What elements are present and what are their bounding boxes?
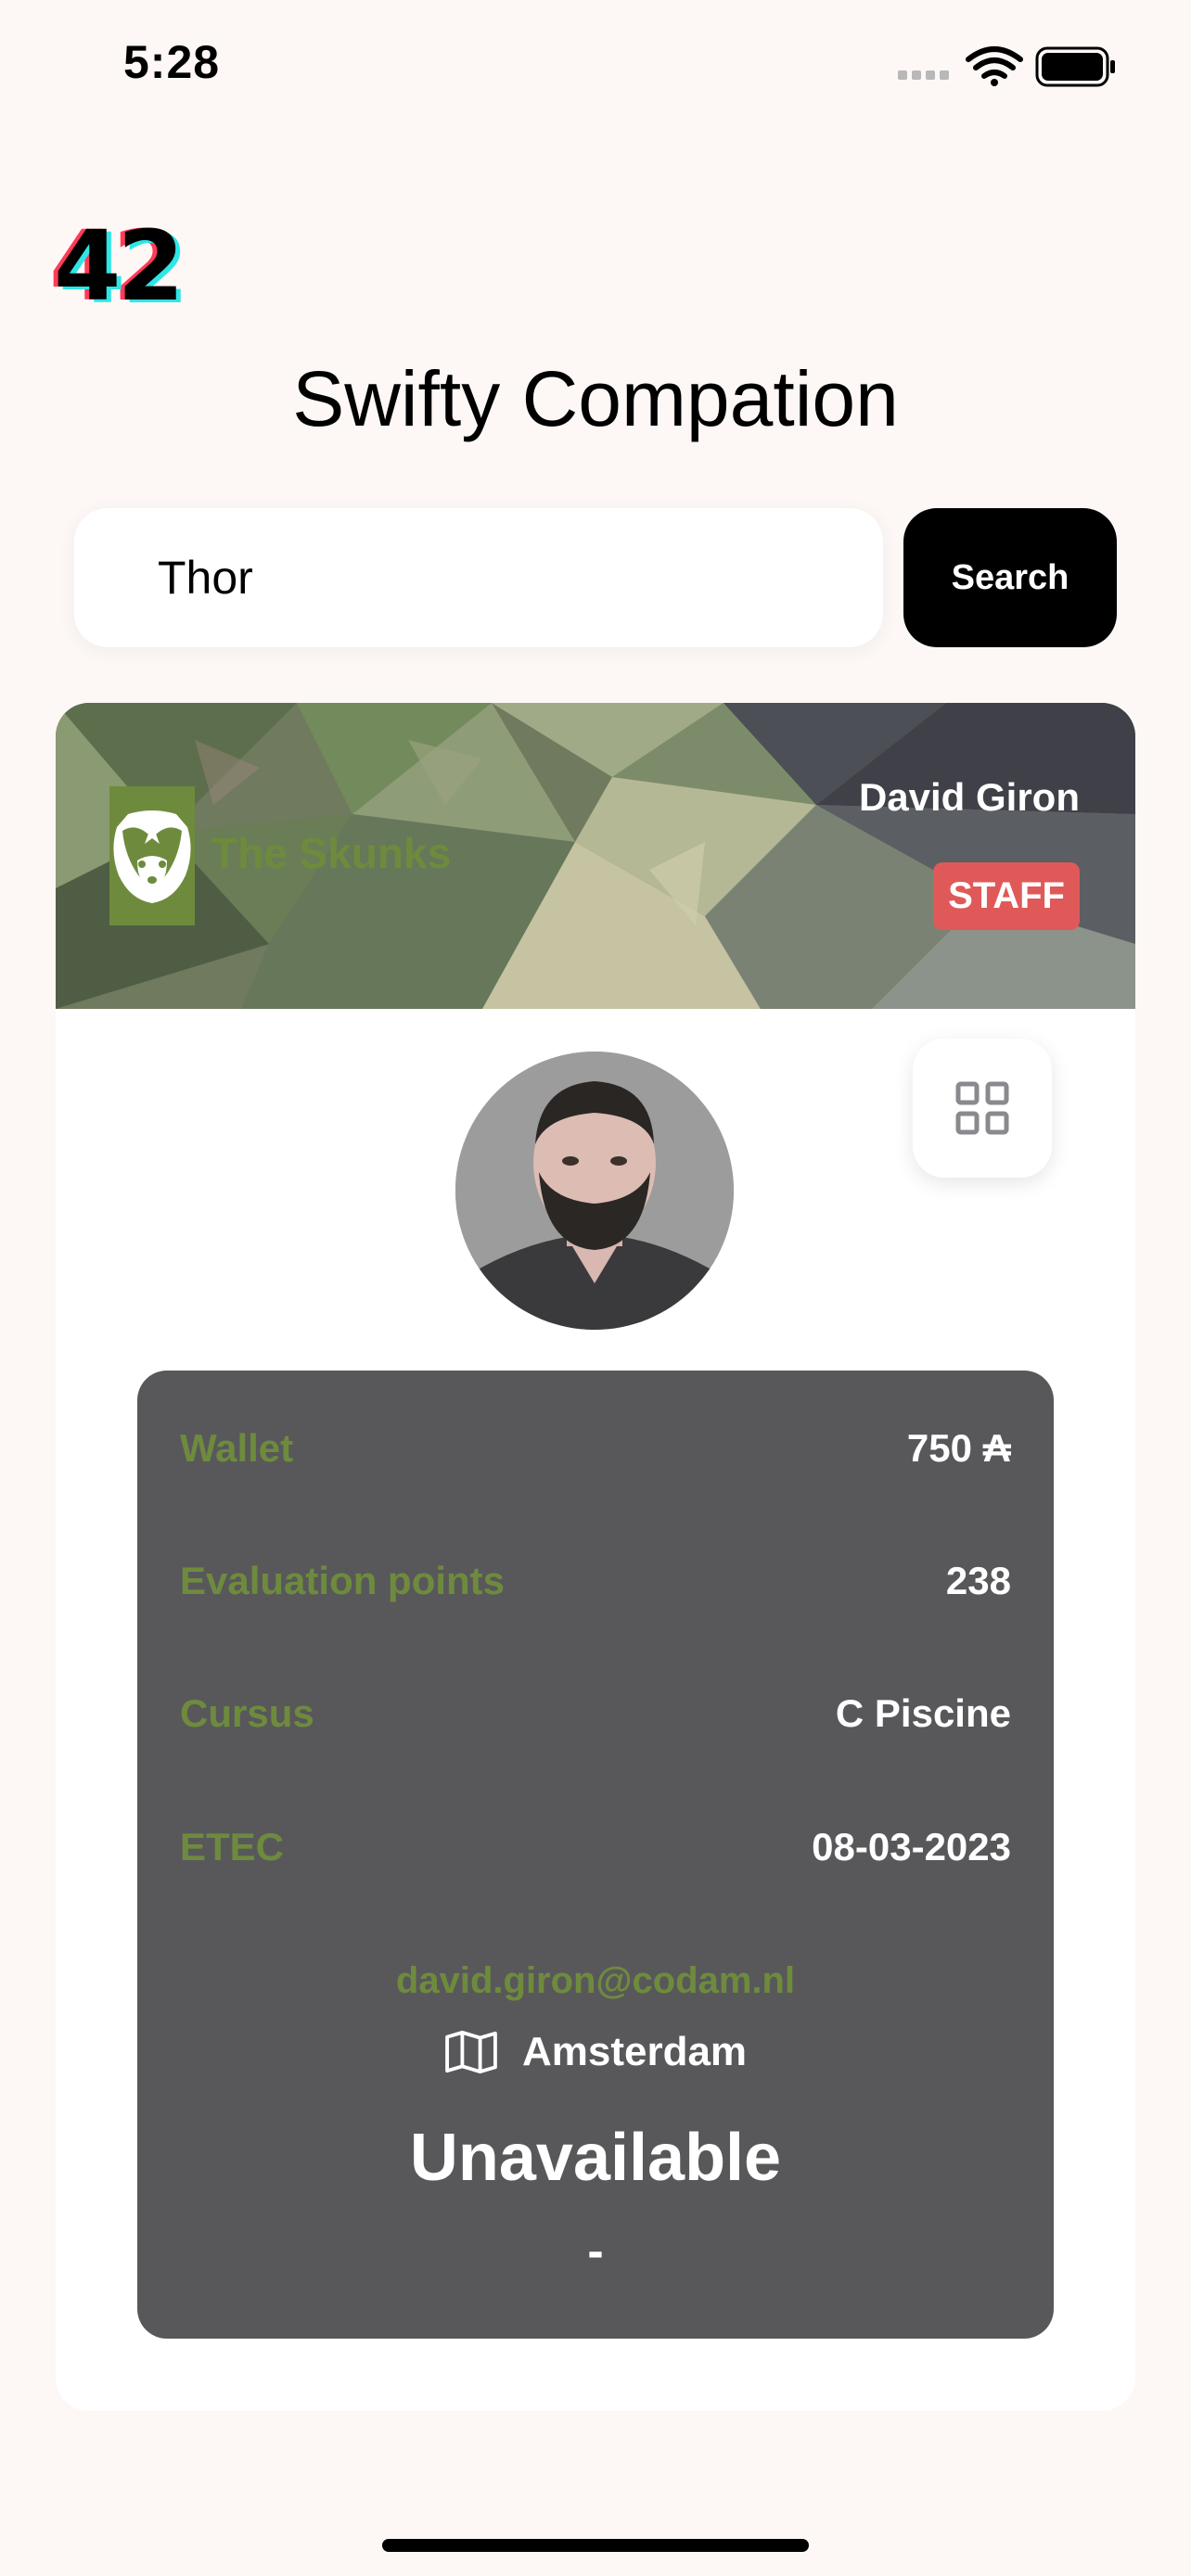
staff-badge: STAFF — [933, 862, 1080, 930]
cellular-icon — [898, 70, 949, 80]
wallet-label: Wallet — [180, 1426, 294, 1470]
status-time: 5:28 — [123, 36, 221, 88]
location-host: - — [587, 2225, 604, 2278]
cursus-label: Cursus — [180, 1691, 314, 1735]
cursus-value: C Piscine — [835, 1691, 1011, 1735]
home-indicator[interactable] — [382, 2539, 809, 2552]
email-link[interactable]: david.giron@codam.nl — [137, 1960, 1054, 2002]
etec-label: ETEC — [180, 1825, 285, 1868]
info-panel: Wallet 750 ₳ Evaluation points 238 Cursu… — [137, 1371, 1054, 2339]
avatar — [455, 1052, 734, 1330]
coalition-name: The Skunks — [211, 829, 452, 877]
location-status: Unavailable — [409, 2121, 782, 2195]
map-icon — [445, 2030, 497, 2074]
wallet-value: 750 ₳ — [906, 1426, 1011, 1470]
evaluation-points-value: 238 — [945, 1559, 1011, 1602]
campus-row: Amsterdam — [137, 2029, 1054, 2075]
user-full-name: David Giron — [858, 775, 1080, 819]
skunk-icon — [113, 810, 191, 903]
etec-value: 08-03-2023 — [812, 1825, 1011, 1868]
profile-card: The Skunks David Giron STAFF Wallet 750 … — [56, 703, 1135, 2411]
evaluation-points-label: Evaluation points — [180, 1559, 506, 1602]
campus-name: Amsterdam — [521, 2029, 748, 2074]
search-input[interactable] — [158, 508, 863, 647]
qr-code-button[interactable] — [913, 1039, 1052, 1178]
qr-grid-icon — [955, 1081, 1009, 1135]
search-field[interactable] — [74, 508, 883, 647]
logo-text: 42 — [54, 210, 185, 323]
status-icons — [898, 46, 1115, 87]
battery-icon — [1035, 46, 1115, 87]
coalition-flag — [109, 786, 195, 925]
wifi-icon — [966, 46, 1023, 86]
app-title: Swifty Compation — [292, 355, 899, 442]
search-button[interactable]: Search — [903, 508, 1117, 647]
